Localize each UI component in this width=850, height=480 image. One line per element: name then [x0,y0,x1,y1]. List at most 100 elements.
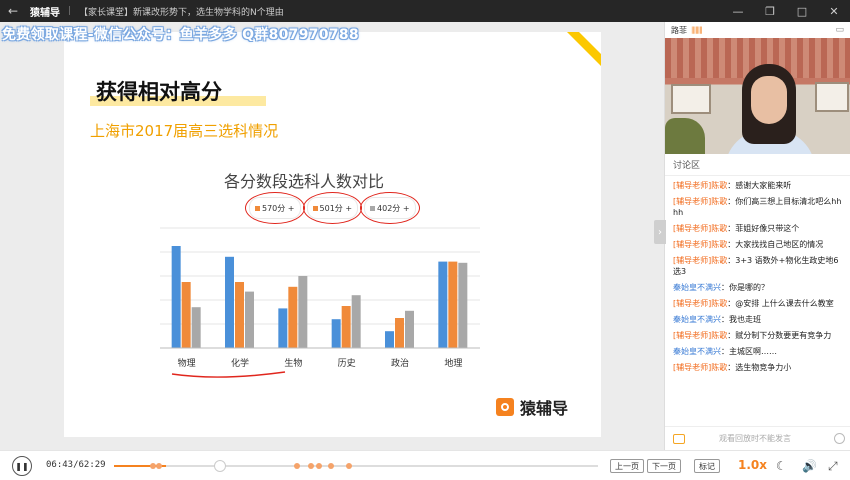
restore-icon[interactable]: ❐ [754,0,786,22]
teacher-name: 路菲 [671,25,687,35]
bar-2-0 [278,308,288,348]
bar-4-1 [395,318,404,348]
chat-text: ：@安排 上什么课去什么教室 [727,299,834,308]
chart-title: 各分数段选科人数对比 [224,172,385,191]
chart-legend: 570分 + 501分 + 402分 + [245,192,420,224]
bar-5-0 [438,261,448,348]
chat-text: ：选生物竞争力小 [727,363,792,372]
x-tick-label: 生物 [284,357,302,369]
chat-message: [辅导老师]陈歌：赋分制下分数要更有竞争力 [673,330,842,341]
chat-text: ：主城区啊…… [721,347,777,356]
annotation-circle [302,192,363,224]
minimize-icon[interactable]: — [722,0,754,22]
slide-subtitle: 上海市2017届高三选科情况 [90,122,279,140]
chat-text: ：菲姐好像只带这个 [727,224,800,233]
marker-dot[interactable] [294,463,300,469]
title-bar: ← 猿辅导 | 【家长课堂】新课改形势下，选生物学科的N个理由 — ❐ □ ✕ [0,0,850,22]
speed-button[interactable]: 1.0x [738,458,767,472]
pause-button[interactable]: ❚❚ [12,456,32,476]
volume-icon[interactable]: 🔊 [802,459,817,473]
fullscreen-icon[interactable]: ⤢ [828,459,838,474]
bar-5-1 [448,261,458,348]
chat-author: 秦始皇不满兴 [673,347,721,356]
marker-dot[interactable] [156,463,162,469]
collapse-sidebar-button[interactable]: › [654,220,666,244]
chat-list: [辅导老师]陈歌：感谢大家能来听 [辅导老师]陈歌：你们高三想上目标清北吧么hhh… [665,176,850,373]
x-tick-label: 历史 [338,357,356,369]
annotation-underline [171,371,286,378]
bar-0-2 [191,307,201,348]
bar-2-1 [288,286,298,348]
prev-page-button[interactable]: 上一页 [610,459,644,473]
bar-3-0 [331,319,341,348]
bar-1-0 [225,256,234,348]
emoji-icon[interactable] [834,433,845,444]
next-page-button[interactable]: 下一页 [647,459,681,473]
mark-button[interactable]: 标记 [694,459,720,473]
chat-text: ：你是哪的？ [721,283,769,292]
bar-1-2 [245,291,254,348]
chat-author: [辅导老师]陈歌 [673,240,728,249]
player-controls: ❚❚ 06:43/62:29 上一页 下一页 标记 1.0x ☾ 🔊 ⤢ [0,450,850,480]
chat-message: 秦始皇不满兴：主城区啊…… [673,346,842,357]
chat-message: [辅导老师]陈歌：大家找找自己地区的情况 [673,239,842,250]
x-tick-label: 化学 [231,357,249,369]
progress-bar[interactable] [114,460,598,472]
annotation-circle [360,192,420,224]
marker-dot[interactable] [316,463,322,469]
chat-author: 秦始皇不满兴 [673,315,721,324]
chat-text: ：我也走班 [721,315,761,324]
chat-author: 秦始皇不满兴 [673,283,721,292]
audio-level-icon: |||||||| [691,26,703,34]
legend-item: 501分 + [302,192,363,224]
chat-message: 秦始皇不满兴：我也走班 [673,314,842,325]
chat-message: [辅导老师]陈歌：感谢大家能来听 [673,180,842,191]
discussion-header: 讨论区 [665,154,850,176]
marker-dot[interactable] [328,463,334,469]
close-icon[interactable]: ✕ [818,0,850,22]
chat-author: [辅导老师]陈歌 [673,299,728,308]
arrow-left-icon[interactable]: ← [0,4,26,18]
slide-title: 获得相对高分 [96,80,222,104]
teacher-video [665,38,850,154]
legend-item: 570分 + [245,192,305,224]
logo-icon [496,398,514,416]
teacher-face [751,76,787,124]
sidebar: 路菲 |||||||| ▭ 讨论区 [辅导老师]陈歌：感谢大家能来听 [辅导老师]… [664,22,850,450]
brand-name: 猿辅导 [520,399,569,418]
chat-author: [辅导老师]陈歌 [673,363,728,372]
window-controls: — ❐ □ ✕ [722,0,850,22]
chat-author: [辅导老师]陈歌 [673,181,728,190]
bar-3-2 [351,295,361,348]
bar-4-0 [385,331,394,348]
bar-1-1 [235,282,244,348]
legend-item: 402分 + [360,192,420,224]
chat-text: ：赋分制下分数要更有竞争力 [727,331,832,340]
app-name: 猿辅导 [30,7,60,19]
bar-0-0 [171,246,181,348]
chat-message: [辅导老师]陈歌：3+3 语数外+物化生政史地6选3 [673,255,842,277]
teacher-bar: 路菲 |||||||| ▭ [665,22,850,38]
bar-2-2 [298,276,308,348]
marker-dot[interactable] [346,463,352,469]
chat-input[interactable]: 观看回放时不能发言 [665,426,850,450]
time-readout: 06:43/62:29 [46,460,106,470]
camera-off-icon[interactable]: ▭ [835,25,844,35]
progress-knob[interactable] [214,460,227,472]
bar-0-1 [181,282,191,348]
bar-4-2 [405,310,414,348]
chat-author: [辅导老师]陈歌 [673,224,728,233]
chat-author: [辅导老师]陈歌 [673,256,728,265]
bar-chart: 物理 化学 生物 历史 政治 地理 [160,227,480,378]
chat-message: [辅导老师]陈歌：菲姐好像只带这个 [673,223,842,234]
bar-5-2 [458,262,468,348]
chat-message: [辅导老师]陈歌：@安排 上什么课去什么教室 [673,298,842,309]
pause-icon: ❚❚ [15,461,29,471]
watermark: 免费领取课程-微信公众号：鱼羊多多 Q群807970788 [2,27,359,43]
image-icon[interactable] [673,433,685,444]
annotation-circle [245,192,305,224]
maximize-icon[interactable]: □ [786,0,818,22]
night-mode-icon[interactable]: ☾ [776,459,787,473]
marker-dot[interactable] [308,463,314,469]
x-tick-label: 物理 [178,357,196,369]
